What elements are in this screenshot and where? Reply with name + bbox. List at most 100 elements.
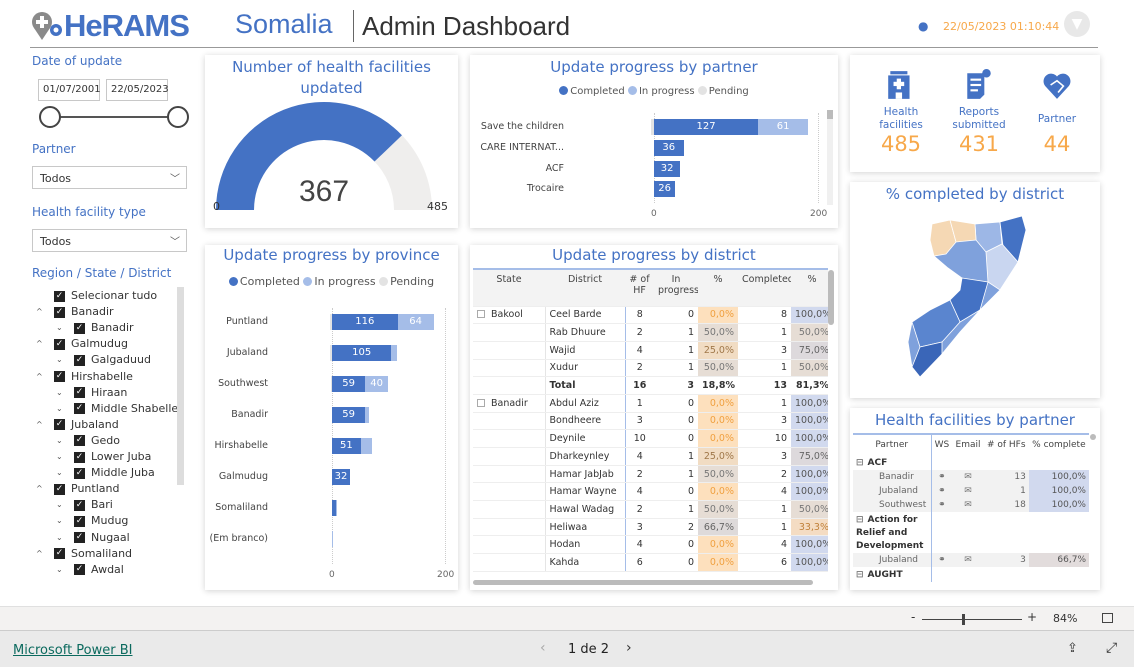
somalia-district-map[interactable] [850, 182, 1100, 398]
hf-type-dropdown[interactable]: Todos ﹀ [32, 229, 187, 252]
zoom-in-button[interactable]: + [1027, 610, 1037, 624]
prev-page-button[interactable]: ‹ [540, 640, 546, 656]
bar-completed[interactable]: 105 [332, 345, 392, 361]
checkbox[interactable]: ✓ [74, 564, 85, 576]
checkbox[interactable]: ✓ [54, 548, 65, 560]
checkbox[interactable]: ✓ [74, 467, 85, 479]
checkbox[interactable]: ✓ [74, 403, 85, 415]
tree-item[interactable]: ⌄ ✓ Gedo [56, 433, 120, 449]
bar-in-progress[interactable] [332, 531, 333, 547]
tree-item[interactable]: ⌄ ✓ Nugaal [56, 530, 130, 546]
workspace-link-icon[interactable]: ⚭ [931, 498, 952, 512]
expand-chevron-icon[interactable]: ⌄ [56, 320, 68, 336]
tree-item[interactable]: ⌄ ✓ Banadir [56, 320, 134, 336]
checkbox[interactable]: ✓ [74, 354, 85, 366]
email-icon[interactable]: ✉ [952, 553, 983, 567]
date-from-input[interactable]: 01/07/2001 [38, 79, 101, 101]
table-row[interactable]: Bakool Ceel Barde 8 0 0,0% 8 100,0% [473, 306, 828, 325]
group-row[interactable]: ⊟ ACF [853, 455, 1089, 470]
column-header[interactable]: State [473, 270, 545, 307]
group-row[interactable]: ⊟ Action for Relief and Development [853, 512, 1089, 553]
tree-scrollbar[interactable] [177, 287, 184, 485]
expand-chevron-icon[interactable]: ⌄ [56, 433, 68, 449]
expand-chevron-icon[interactable]: ^ [36, 369, 48, 385]
table-row[interactable]: Hamar JabJab 2 1 50,0% 2 100,0% [473, 465, 828, 484]
district-table-hscrollbar[interactable] [473, 580, 813, 585]
table-row[interactable]: Southwest ⚭ ✉ 18 100,0% [853, 498, 1089, 512]
table-row[interactable]: Total 16 3 18,8% 13 81,3% [473, 376, 828, 395]
partner-table-scroll-handle[interactable] [1090, 434, 1096, 440]
expand-chevron-icon[interactable]: ⌄ [56, 530, 68, 546]
column-header[interactable]: Email [952, 435, 983, 455]
column-header[interactable]: % complete [1029, 435, 1089, 455]
bar-in-progress[interactable] [391, 345, 397, 361]
tree-item[interactable]: ⌄ ✓ Middle Juba [56, 465, 155, 481]
bar-in-progress[interactable] [365, 407, 370, 423]
checkbox[interactable]: ✓ [74, 387, 85, 399]
checkbox[interactable]: ✓ [74, 322, 85, 334]
group-row[interactable]: ⊟ AUGHT [853, 567, 1089, 582]
expand-chevron-icon[interactable]: ⌄ [56, 385, 68, 401]
tree-item[interactable]: ^ ✓ Galmudug [36, 336, 128, 352]
tree-item[interactable]: ^ ✓ Jubaland [36, 417, 119, 433]
date-slider-start-handle[interactable] [39, 106, 61, 128]
workspace-link-icon[interactable]: ⚭ [931, 553, 952, 567]
tree-item[interactable]: ✓ Selecionar tudo [36, 288, 157, 304]
checkbox[interactable]: ✓ [74, 532, 85, 543]
checkbox[interactable]: ✓ [54, 419, 65, 431]
expand-chevron-icon[interactable]: ^ [36, 481, 48, 497]
table-row[interactable]: Hamar Wayne 4 0 0,0% 4 100,0% [473, 482, 828, 502]
bar-in-progress[interactable] [335, 500, 337, 516]
collapse-icon[interactable]: ⊟ [856, 570, 864, 580]
column-header[interactable]: Partner [853, 435, 932, 455]
collapse-icon[interactable] [477, 310, 485, 319]
tree-item[interactable]: ⌄ ✓ Galgaduud [56, 352, 151, 368]
workspace-link-icon[interactable]: ⚭ [931, 470, 952, 484]
fullscreen-icon[interactable]: ⤢ [1106, 640, 1117, 656]
next-page-button[interactable]: › [626, 640, 632, 656]
column-header[interactable]: Completed [738, 270, 791, 307]
expand-chevron-icon[interactable]: ⌄ [56, 465, 68, 481]
workspace-link-icon[interactable]: ⚭ [931, 484, 952, 498]
tree-item[interactable]: ⌄ ✓ Awdal [56, 562, 124, 578]
power-bi-link[interactable]: Microsoft Power BI [13, 643, 132, 658]
bar-in-progress[interactable]: 40 [365, 376, 388, 392]
share-icon[interactable]: ⇪ [1067, 641, 1078, 656]
bar-completed[interactable]: 36 [654, 139, 684, 156]
checkbox[interactable]: ✓ [54, 371, 65, 382]
checkbox[interactable]: ✓ [54, 290, 65, 302]
email-icon[interactable]: ✉ [952, 484, 983, 498]
table-row[interactable]: Jubaland ⚭ ✉ 3 66,7% [853, 553, 1089, 567]
column-header[interactable]: # of HF [625, 270, 654, 307]
expand-chevron-icon[interactable]: ⌄ [56, 562, 68, 578]
checkbox[interactable]: ✓ [74, 435, 85, 447]
tree-item[interactable]: ⌄ ✓ Lower Juba [56, 449, 151, 465]
tree-item[interactable]: ⌄ ✓ Middle Shabelle [56, 401, 178, 417]
column-header[interactable]: % [698, 270, 738, 307]
collapse-icon[interactable]: ⊟ [856, 515, 864, 525]
column-header[interactable]: WS [931, 435, 952, 455]
bar-completed[interactable]: 116 [332, 314, 398, 330]
tree-item[interactable]: ^ ✓ Banadir [36, 304, 114, 320]
tree-item[interactable]: ⌄ ✓ Mudug [56, 513, 128, 529]
date-slider-end-handle[interactable] [167, 106, 189, 128]
column-header[interactable]: # of HFs [984, 435, 1029, 455]
bar-in-progress[interactable]: 61 [758, 119, 809, 135]
table-row[interactable]: Banadir ⚭ ✉ 13 100,0% [853, 470, 1089, 484]
partner-chart-scrollbar[interactable] [827, 110, 833, 205]
expand-chevron-icon[interactable]: ⌄ [56, 513, 68, 529]
table-row[interactable]: Wajid 4 1 25,0% 3 75,0% [473, 341, 828, 360]
expand-chevron-icon[interactable]: ⌄ [56, 497, 68, 513]
table-row[interactable]: Rab Dhuure 2 1 50,0% 1 50,0% [473, 323, 828, 342]
collapse-icon[interactable] [477, 398, 485, 407]
filter-icon[interactable]: ▼ [1064, 11, 1090, 37]
table-row[interactable]: Hodan 4 0 0,0% 4 100,0% [473, 535, 828, 555]
bar-completed[interactable]: 51 [332, 438, 361, 454]
partner-dropdown[interactable]: Todos ﹀ [32, 166, 187, 189]
date-to-input[interactable]: 22/05/2023 [106, 79, 169, 101]
expand-chevron-icon[interactable]: ^ [36, 417, 48, 433]
bar-in-progress[interactable]: 64 [397, 314, 434, 330]
table-row[interactable]: Jubaland ⚭ ✉ 1 100,0% [853, 484, 1089, 498]
expand-chevron-icon[interactable]: ^ [36, 336, 48, 352]
bar-completed[interactable]: 127 [654, 119, 759, 135]
